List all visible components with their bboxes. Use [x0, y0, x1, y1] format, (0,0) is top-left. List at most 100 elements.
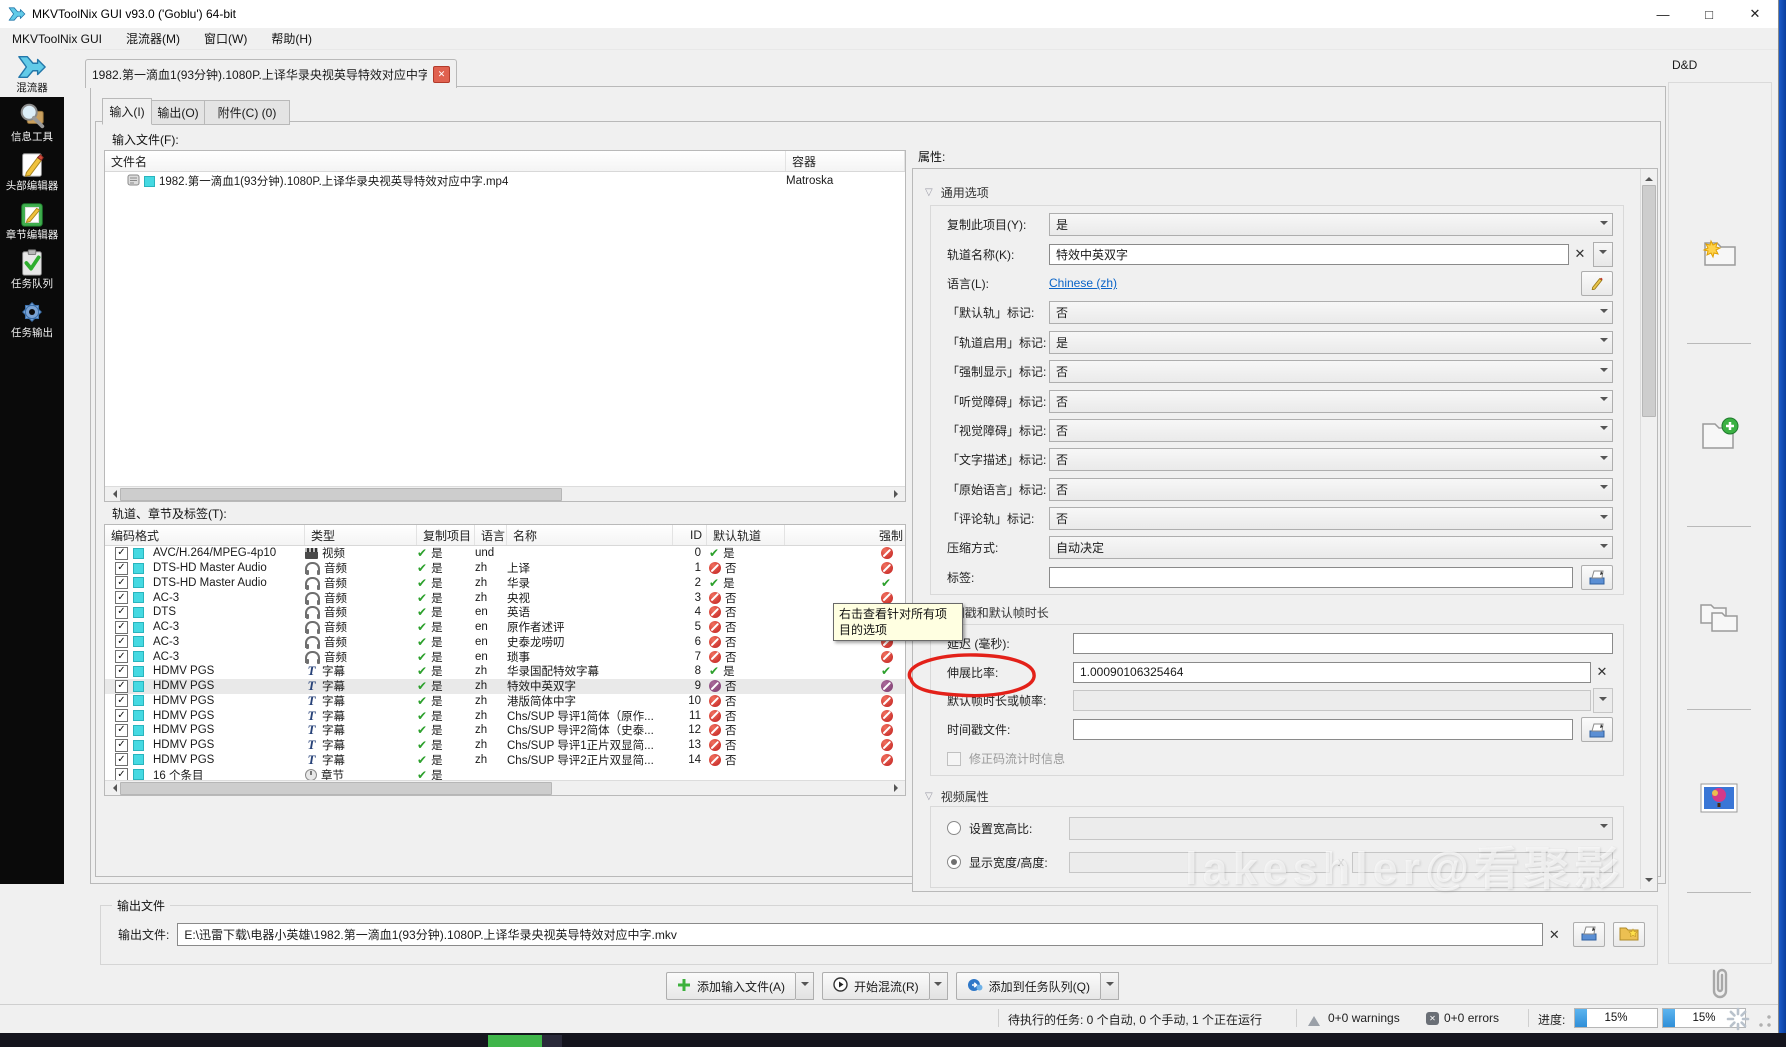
track-row[interactable]: ✓ DTS 音频 ✔是 en 英语 4 否	[105, 605, 905, 620]
text-field[interactable]	[1049, 567, 1573, 588]
file-tab[interactable]: 1982.第一滴血1(93分钟).1080P.上译华录央视英导特效对应中字.mk…	[85, 59, 457, 88]
column-container[interactable]: 容器	[786, 151, 905, 171]
track-row[interactable]: ✓ HDMV PGS 字幕 ✔是 zh 特效中英双字 9 否	[105, 679, 905, 694]
sidebar-item-queue[interactable]: 任务队列	[0, 244, 64, 293]
track-row[interactable]: ✓ AC-3 音频 ✔是 zh 央视 3 否	[105, 590, 905, 605]
browse-output-button[interactable]	[1573, 922, 1605, 947]
track-checkbox[interactable]: ✓	[115, 650, 128, 663]
menu-item-2[interactable]: 窗口(W)	[192, 28, 259, 49]
track-checkbox[interactable]: ✓	[115, 562, 128, 575]
radio-aspect-ratio[interactable]	[947, 821, 961, 835]
maximize-button[interactable]: □	[1686, 0, 1732, 28]
clear-icon[interactable]: ✕	[1591, 664, 1613, 680]
clear-icon[interactable]: ✕	[1569, 246, 1591, 262]
column-name[interactable]: 名称	[507, 525, 673, 545]
column-codec[interactable]: 编码格式	[105, 525, 305, 545]
text-field[interactable]: 1.00090106325464	[1073, 662, 1591, 683]
paperclip-icon[interactable]	[1669, 965, 1769, 1005]
add-to-queue-dropdown[interactable]	[1101, 972, 1119, 1000]
combo-field[interactable]: 否	[1049, 301, 1613, 324]
tracks-table[interactable]: 编码格式 类型 复制项目 语言 名称 ID 默认轨道 强制 ✓ AVC/H.26…	[104, 524, 906, 796]
tab-attachments[interactable]: 附件(C) (0)	[204, 100, 290, 125]
browse-favorite-button[interactable]	[1613, 922, 1645, 947]
track-checkbox[interactable]: ✓	[115, 576, 128, 589]
sidebar-item-gear[interactable]: 任务输出	[0, 293, 64, 342]
sidebar-item-chapter[interactable]: 章节编辑器	[0, 195, 64, 244]
track-row[interactable]: ✓ AC-3 音频 ✔是 en 琐事 7 否	[105, 649, 905, 664]
text-field[interactable]	[1069, 852, 1330, 873]
track-row[interactable]: ✓ HDMV PGS 字幕 ✔是 zh Chs/SUP 导评2简体（史泰... …	[105, 723, 905, 738]
track-checkbox[interactable]: ✓	[115, 621, 128, 634]
dropdown-button[interactable]	[1593, 242, 1613, 267]
combo-field[interactable]: 否	[1049, 419, 1613, 442]
combo-field[interactable]: 否	[1049, 360, 1613, 383]
output-file-input[interactable]: E:\迅雷下载\电器小英雄\1982.第一滴血1(93分钟).1080P.上译华…	[177, 923, 1543, 946]
text-field[interactable]	[1073, 690, 1591, 711]
input-file-row[interactable]: 1982.第一滴血1(93分钟).1080P.上译华录央视英导特效对应中字.mp…	[105, 172, 905, 190]
radio-display-dimensions[interactable]	[947, 855, 961, 869]
tab-input[interactable]: 输入(I)	[102, 98, 152, 125]
properties-vscrollbar[interactable]	[1640, 169, 1656, 889]
close-button[interactable]: ✕	[1732, 0, 1778, 28]
column-id[interactable]: ID	[673, 525, 707, 545]
menu-item-3[interactable]: 帮助(H)	[259, 28, 324, 49]
track-checkbox[interactable]: ✓	[115, 753, 128, 766]
track-checkbox[interactable]: ✓	[115, 635, 128, 648]
text-field[interactable]	[1073, 719, 1573, 740]
add-folder-icon[interactable]	[1669, 416, 1769, 452]
tab-close-icon[interactable]: ✕	[433, 66, 450, 83]
combo-field[interactable]: 否	[1049, 448, 1613, 471]
track-checkbox[interactable]: ✓	[115, 665, 128, 678]
add-source-dropdown[interactable]	[796, 972, 814, 1000]
column-default-track[interactable]: 默认轨道	[707, 525, 785, 545]
column-filename[interactable]: 文件名	[105, 151, 786, 171]
start-muxing-dropdown[interactable]	[930, 972, 948, 1000]
menu-item-1[interactable]: 混流器(M)	[114, 28, 192, 49]
column-type[interactable]: 类型	[305, 525, 417, 545]
combo-field[interactable]: 否	[1049, 507, 1613, 530]
language-link[interactable]: Chinese (zh)	[1049, 276, 1117, 290]
track-row[interactable]: ✓ AC-3 音频 ✔是 en 史泰龙唠叨 6 否	[105, 635, 905, 650]
track-row[interactable]: ✓ HDMV PGS 字幕 ✔是 zh Chs/SUP 导评1简体（原作... …	[105, 708, 905, 723]
track-checkbox[interactable]: ✓	[115, 739, 128, 752]
image-icon[interactable]	[1669, 782, 1769, 814]
clear-output-icon[interactable]: ✕	[1543, 927, 1565, 943]
combo-field[interactable]: 是	[1049, 213, 1613, 236]
section-header[interactable]: ▽通用选项	[925, 184, 989, 201]
start-muxing-button[interactable]: 开始混流(R)	[822, 972, 930, 1000]
dnd-panel[interactable]	[1668, 82, 1772, 964]
track-row[interactable]: ✓ HDMV PGS 字幕 ✔是 zh Chs/SUP 导评1正片双显简... …	[105, 738, 905, 753]
track-checkbox[interactable]: ✓	[115, 694, 128, 707]
track-row[interactable]: ✓ DTS-HD Master Audio 音频 ✔是 zh 上译 1 否	[105, 561, 905, 576]
new-file-icon[interactable]	[1669, 233, 1769, 269]
input-files-hscrollbar[interactable]	[105, 486, 905, 501]
edit-language-button[interactable]	[1581, 271, 1613, 296]
track-row[interactable]: ✓ AC-3 音频 ✔是 en 原作者述评 5 否	[105, 620, 905, 635]
sidebar-item-header[interactable]: 头部编辑器	[0, 146, 64, 195]
add-source-button[interactable]: 添加输入文件(A)	[666, 972, 796, 1000]
track-row[interactable]: ✓ DTS-HD Master Audio 音频 ✔是 zh 华录 2 ✔是 ✔	[105, 576, 905, 591]
track-checkbox[interactable]: ✓	[115, 591, 128, 604]
tracks-hscrollbar[interactable]	[105, 780, 905, 795]
combo-field[interactable]: 否	[1049, 478, 1613, 501]
sidebar-item-merge[interactable]: 混流器	[0, 48, 64, 97]
copy-folders-icon[interactable]	[1669, 599, 1769, 635]
text-field[interactable]: 特效中英双字	[1049, 244, 1569, 265]
section-header[interactable]: ▽视频属性	[925, 788, 989, 805]
track-checkbox[interactable]: ✓	[115, 606, 128, 619]
minimize-button[interactable]: —	[1640, 0, 1686, 28]
combo-field[interactable]: 自动决定	[1049, 536, 1613, 559]
combo-field[interactable]: 是	[1049, 331, 1613, 354]
input-files-table[interactable]: 文件名 容器 1982.第一滴血1(93分钟).1080P.上译华录央视英导特效…	[104, 150, 906, 502]
combo-field[interactable]: 否	[1049, 390, 1613, 413]
taskbar-active-app[interactable]	[488, 1035, 542, 1047]
column-forced[interactable]: 强制	[785, 525, 905, 545]
track-row[interactable]: ✓ HDMV PGS 字幕 ✔是 zh Chs/SUP 导评2正片双显简... …	[105, 753, 905, 768]
track-checkbox[interactable]: ✓	[115, 724, 128, 737]
track-checkbox[interactable]: ✓	[115, 680, 128, 693]
track-row[interactable]: ✓ HDMV PGS 字幕 ✔是 zh 港版简体中字 10 否	[105, 694, 905, 709]
combo-field[interactable]	[1069, 817, 1613, 840]
browse-file-button[interactable]	[1581, 717, 1613, 742]
track-checkbox[interactable]: ✓	[115, 709, 128, 722]
menu-item-0[interactable]: MKVToolNix GUI	[0, 28, 114, 49]
